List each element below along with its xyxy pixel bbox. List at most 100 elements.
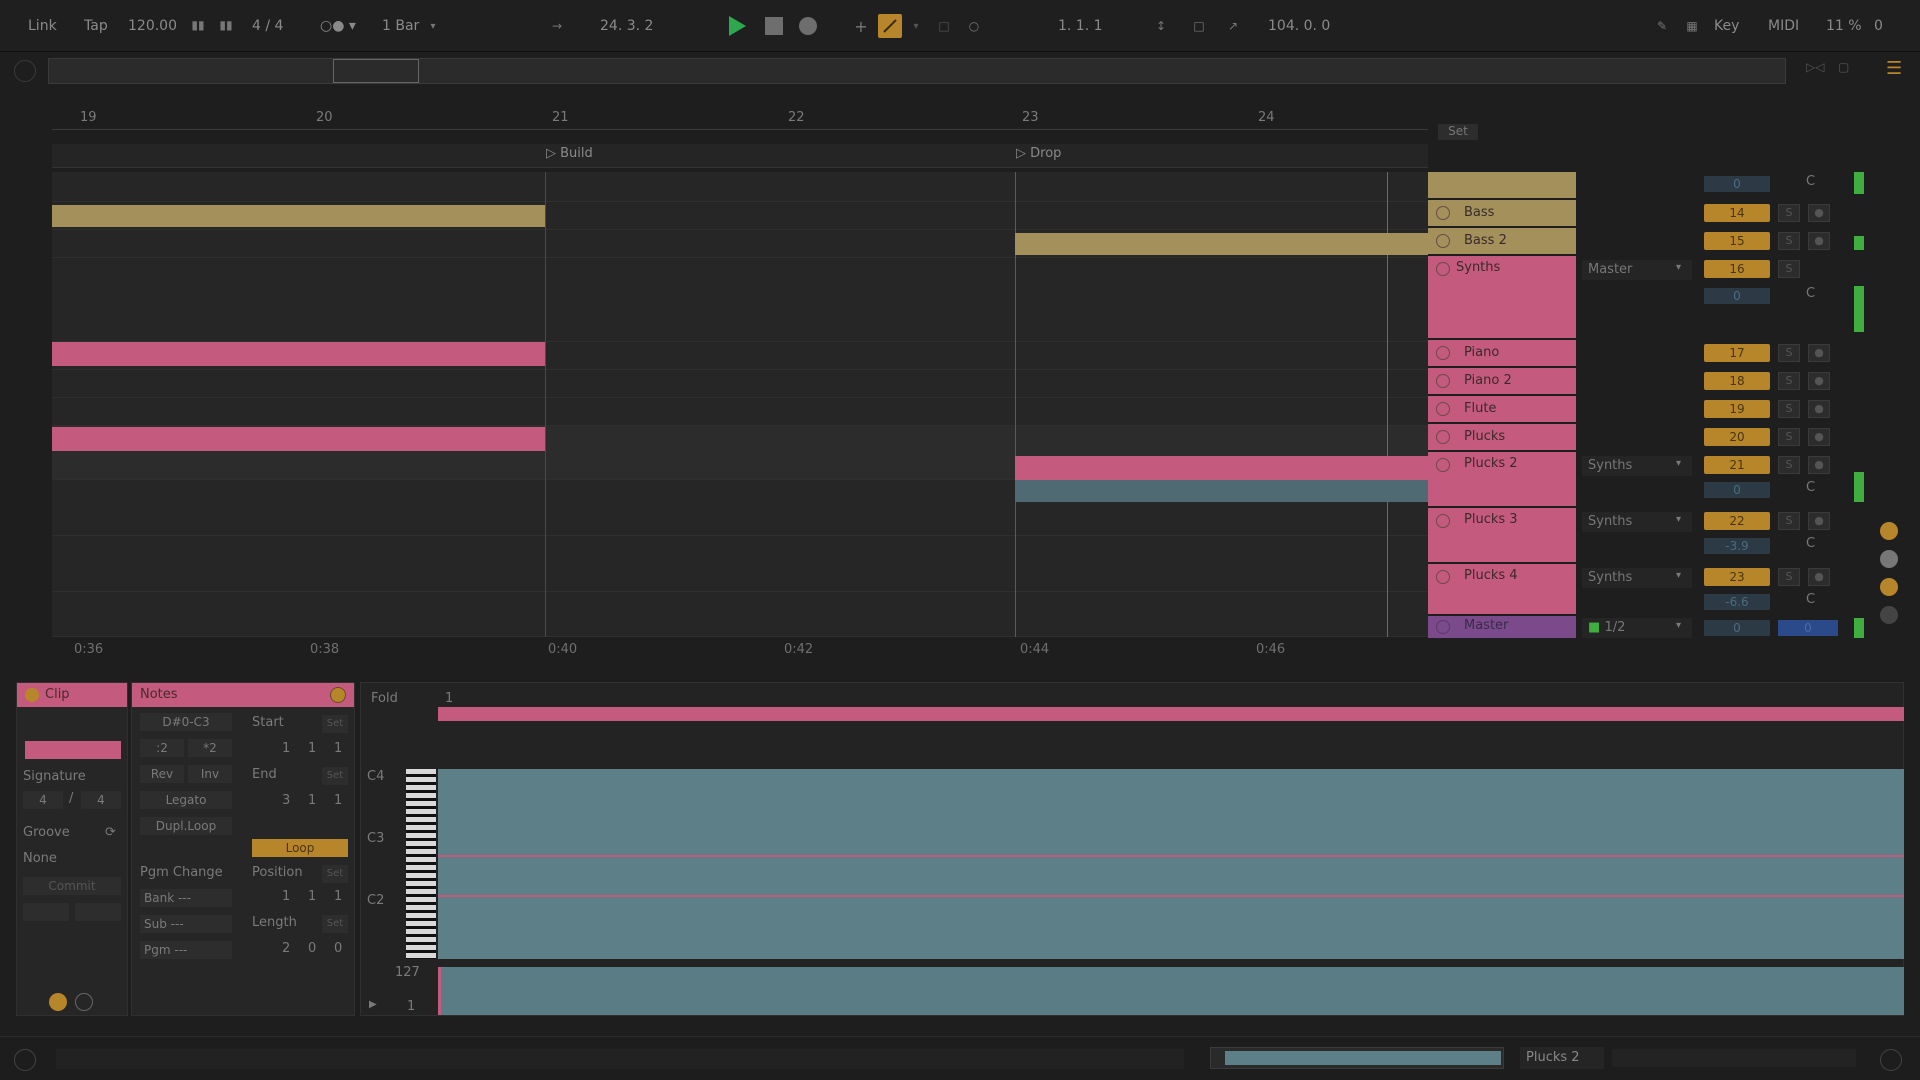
locator-lane[interactable]: ▷ Build ▷ Drop <box>52 144 1428 168</box>
solo-button[interactable]: S <box>1778 204 1800 222</box>
solo-button[interactable]: S <box>1778 428 1800 446</box>
nudge-up-icon[interactable]: ▮▮ <box>218 16 234 34</box>
master-pan[interactable]: 0 <box>1778 620 1838 636</box>
track-number[interactable]: 21 <box>1704 456 1770 474</box>
routing-chevron-icon[interactable]: ▾ <box>1676 514 1681 525</box>
midi-note[interactable] <box>438 895 1904 897</box>
length-bars[interactable]: 2 <box>282 941 290 956</box>
computer-keyboard-icon[interactable]: ▦ <box>1682 16 1702 36</box>
group-fold-icon[interactable] <box>1436 262 1450 276</box>
clip-overview-strip[interactable] <box>1210 1047 1504 1069</box>
routing-chevron-icon[interactable]: ▾ <box>1676 458 1681 469</box>
loop-start-field[interactable]: 1. 1. 1 <box>1058 14 1103 38</box>
position-sixteenth[interactable]: 1 <box>334 889 342 904</box>
stop-button[interactable] <box>764 16 784 36</box>
bank-field[interactable]: Bank --- <box>140 889 232 907</box>
track-number[interactable]: 22 <box>1704 512 1770 530</box>
track-number[interactable]: 18 <box>1704 372 1770 390</box>
clip-bass-2[interactable] <box>1015 233 1428 255</box>
track-play-icon[interactable] <box>1436 402 1450 416</box>
arm-button[interactable]: ● <box>1808 512 1830 530</box>
clip-launch-icon[interactable] <box>49 993 67 1011</box>
track-volume[interactable]: 0 <box>1704 482 1770 498</box>
clip-panel-header[interactable]: Clip <box>17 683 127 707</box>
routing-chevron-icon[interactable]: ▾ <box>1676 620 1681 631</box>
track-pan[interactable]: C <box>1806 286 1815 301</box>
track-header-plucks[interactable]: Plucks <box>1428 424 1576 450</box>
track-header-synths[interactable]: Synths <box>1428 256 1576 338</box>
track-number[interactable]: 17 <box>1704 344 1770 362</box>
clip-nav-right-button[interactable] <box>75 903 121 921</box>
overview-toggle-icon[interactable] <box>14 60 36 82</box>
punch-in-icon[interactable]: ↕ <box>1150 16 1172 36</box>
track-play-icon[interactable] <box>1436 620 1450 634</box>
note-grid[interactable] <box>438 769 1904 959</box>
zoom-arrows-icon[interactable]: ▷◁ <box>1806 60 1826 80</box>
double-button[interactable]: *2 <box>188 739 232 757</box>
device-chain-overview[interactable] <box>1612 1049 1856 1067</box>
track-pan[interactable]: C <box>1806 480 1815 495</box>
midi-note[interactable] <box>438 855 1904 857</box>
piano-keyboard[interactable] <box>406 769 436 959</box>
clip-follow-icon[interactable] <box>75 993 93 1011</box>
solo-button[interactable]: S <box>1778 512 1800 530</box>
clip-loop-bar[interactable] <box>438 707 1904 721</box>
beat-time-ruler[interactable]: 19 20 21 22 23 24 <box>52 104 1428 130</box>
groove-value[interactable]: None <box>23 851 57 866</box>
position-bar[interactable]: 1 <box>282 889 290 904</box>
tap-tempo-button[interactable]: Tap <box>84 14 108 38</box>
track-number[interactable]: 19 <box>1704 400 1770 418</box>
arm-button[interactable]: ● <box>1808 204 1830 222</box>
legato-button[interactable]: Legato <box>140 791 232 809</box>
solo-button[interactable]: S <box>1778 260 1800 278</box>
track-play-icon[interactable] <box>1436 458 1450 472</box>
track-header-bass-2[interactable]: Bass 2 <box>1428 228 1576 254</box>
solo-button[interactable]: S <box>1778 456 1800 474</box>
solo-button[interactable]: S <box>1778 372 1800 390</box>
track-lane[interactable] <box>52 536 1428 592</box>
velocity-lane[interactable] <box>438 967 1904 1015</box>
song-position-field[interactable]: 24. 3. 2 <box>600 14 653 38</box>
solo-button[interactable]: S <box>1778 568 1800 586</box>
track-number[interactable]: 20 <box>1704 428 1770 446</box>
velocity-expand-icon[interactable]: ▶ <box>369 999 377 1010</box>
sub-bank-field[interactable]: Sub --- <box>140 915 232 933</box>
arm-button[interactable]: ● <box>1808 344 1830 362</box>
tempo-field[interactable]: 120.00 <box>128 14 177 38</box>
track-lane[interactable] <box>52 398 1428 426</box>
metronome-icon[interactable]: ○● ▾ <box>320 14 356 38</box>
solo-button[interactable]: S <box>1778 344 1800 362</box>
track-play-icon[interactable] <box>1436 374 1450 388</box>
session-record-icon[interactable]: ○ <box>964 16 984 36</box>
time-ruler[interactable]: 0:36 0:38 0:40 0:42 0:44 0:46 <box>52 640 1428 660</box>
track-volume[interactable]: 0 <box>1704 288 1770 304</box>
track-header-plucks-2[interactable]: Plucks 2 <box>1428 452 1576 506</box>
length-sixteenths[interactable]: 0 <box>334 941 342 956</box>
automation-plucks-2[interactable] <box>1015 480 1428 502</box>
track-pan[interactable]: C <box>1806 536 1815 551</box>
time-signature-field[interactable]: 4 / 4 <box>252 14 283 38</box>
selected-track-label[interactable]: Plucks 2 <box>1520 1047 1604 1069</box>
quantize-menu[interactable]: 1 Bar <box>382 14 419 38</box>
zoom-fit-icon[interactable]: ▢ <box>1838 60 1858 80</box>
end-beat[interactable]: 1 <box>308 793 316 808</box>
track-lane[interactable] <box>52 258 1428 342</box>
play-button[interactable] <box>726 14 748 38</box>
show-returns-icon[interactable] <box>1880 606 1898 624</box>
velocity-marker[interactable] <box>438 967 441 1015</box>
start-bar[interactable]: 1 <box>282 741 290 756</box>
track-lane[interactable] <box>52 370 1428 398</box>
track-header-bass[interactable]: Bass <box>1428 200 1576 226</box>
track-volume[interactable]: -6.6 <box>1704 594 1770 610</box>
help-view-icon[interactable] <box>14 1049 36 1071</box>
loop-length-field[interactable]: 104. 0. 0 <box>1268 14 1330 38</box>
track-lane[interactable] <box>52 592 1428 637</box>
clip-bass[interactable] <box>52 205 545 227</box>
arm-button[interactable]: ● <box>1808 568 1830 586</box>
track-header-piano[interactable]: Piano <box>1428 340 1576 366</box>
arm-button[interactable]: ● <box>1808 232 1830 250</box>
detail-view-toggle-icon[interactable] <box>1880 1049 1902 1071</box>
clip-piano[interactable] <box>52 342 545 366</box>
arrangement-overview[interactable] <box>48 58 1786 84</box>
nudge-down-icon[interactable]: ▮▮ <box>190 16 206 34</box>
